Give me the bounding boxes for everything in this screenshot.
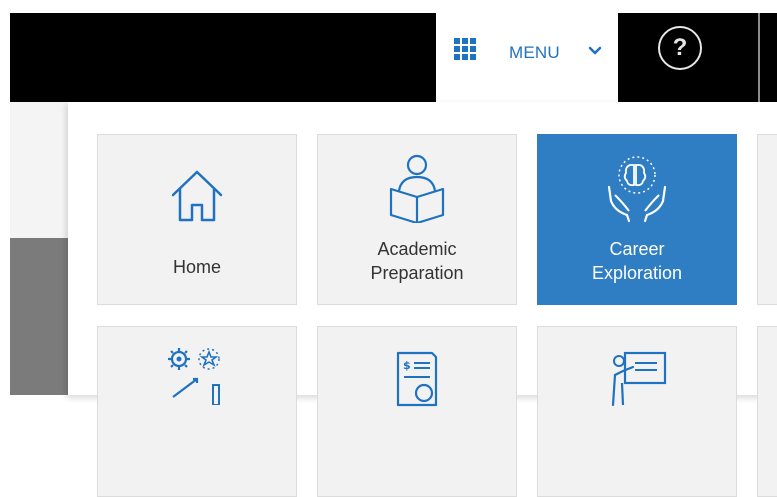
menu-tile-academic-preparation[interactable]: Academic Preparation (317, 134, 517, 305)
menu-tile-label: Home (172, 257, 221, 277)
grid-icon (454, 38, 476, 60)
house-icon (171, 170, 223, 222)
menu-tile-partial[interactable] (757, 326, 777, 497)
menu-tile-partial[interactable] (757, 134, 777, 305)
brain-hands-icon (607, 156, 667, 223)
menu-tile-home[interactable]: Home (97, 134, 297, 305)
gears-growth-icon (168, 348, 220, 405)
page-side-block (10, 238, 68, 395)
chevron-down-icon (588, 46, 602, 55)
menu-tile-row2-2[interactable]: $ (317, 326, 517, 497)
svg-text:$: $ (403, 359, 411, 372)
menu-tile-career-exploration[interactable]: Career Exploration (537, 134, 737, 305)
menu-tile-label: Career Exploration (591, 239, 683, 283)
question-circle-icon: ? (672, 34, 688, 61)
reading-person-icon (389, 154, 445, 223)
presentation-icon (611, 351, 667, 407)
menu-tile-row2-3[interactable] (537, 326, 737, 497)
menu-button[interactable]: MENU (436, 13, 618, 102)
menu-label: MENU (509, 43, 560, 62)
menu-tile-label: Academic Preparation (370, 239, 464, 283)
menu-dropdown-panel: Home Academic Preparation Career Explora… (68, 102, 777, 497)
menu-tile-row2-1[interactable] (97, 326, 297, 497)
help-button[interactable]: ? (658, 26, 702, 70)
financial-document-icon: $ (396, 351, 438, 407)
header-divider (758, 13, 760, 102)
